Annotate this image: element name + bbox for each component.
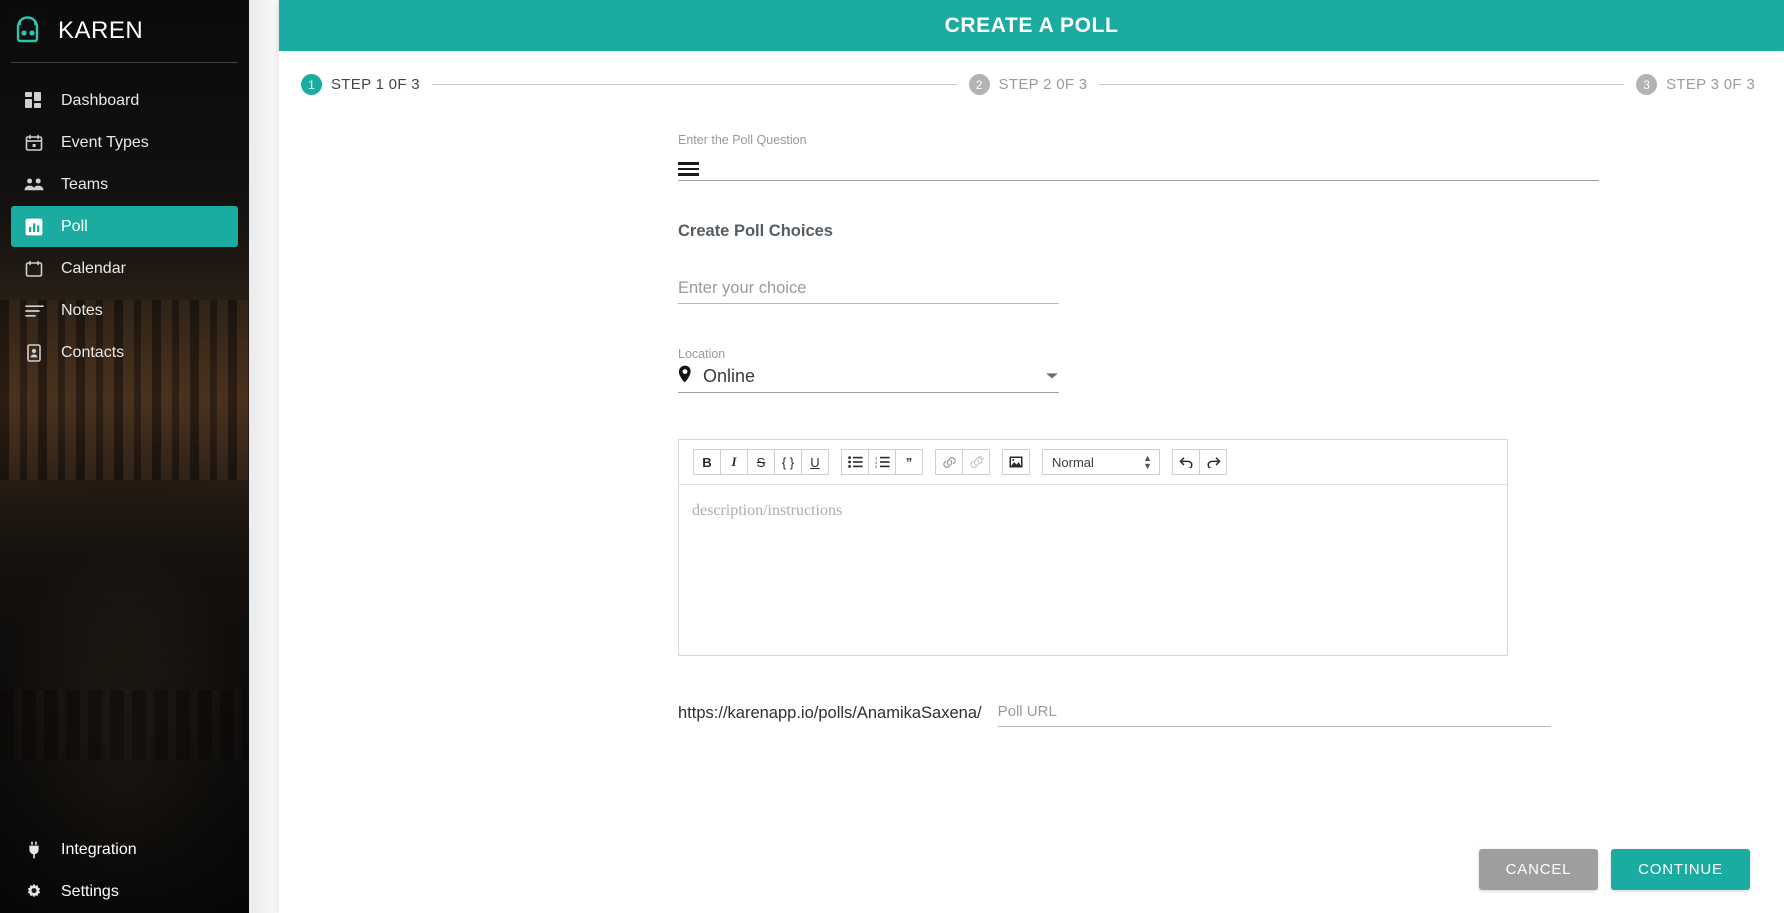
step-1[interactable]: 1 STEP 1 0F 3	[301, 74, 420, 95]
step-1-label: STEP 1 0F 3	[331, 76, 420, 93]
step-2[interactable]: 2 STEP 2 0F 3	[968, 74, 1088, 95]
blockquote-button[interactable]: ”	[895, 449, 923, 475]
bold-button[interactable]: B	[693, 449, 721, 475]
brand[interactable]: KAREN	[0, 0, 249, 62]
unlink-icon[interactable]	[962, 449, 990, 475]
poll-question-field: Enter the Poll Question	[678, 133, 1784, 181]
sidebar-item-calendar[interactable]: Calendar	[11, 248, 238, 289]
step-1-number: 1	[301, 74, 322, 95]
hamburger-lines-icon	[678, 162, 699, 176]
people-group-icon	[24, 175, 44, 195]
toolbar-group-link	[935, 449, 990, 475]
sidebar-item-event-types[interactable]: Event Types	[11, 122, 238, 163]
toolbar-group-image	[1002, 449, 1030, 475]
sidebar-item-notes[interactable]: Notes	[11, 290, 238, 331]
step-connector-1	[431, 84, 957, 85]
sidebar-item-label: Contacts	[61, 343, 125, 361]
format-select[interactable]: Normal ▲ ▼	[1042, 449, 1160, 475]
rich-text-editor: B I S { } U 1 2 3 ” Normal ▲ ▼ descripti…	[678, 439, 1508, 656]
brand-name: KAREN	[58, 17, 144, 44]
sidebar-item-label: Integration	[61, 840, 137, 858]
sidebar-item-poll[interactable]: Poll	[11, 206, 238, 247]
sidebar-item-label: Notes	[61, 301, 103, 319]
image-icon[interactable]	[1002, 449, 1030, 475]
robot-logo-icon	[11, 14, 44, 48]
sidebar-item-settings[interactable]: Settings	[11, 871, 238, 912]
step-connector-2	[1099, 84, 1625, 85]
page-gutter	[249, 0, 279, 913]
create-poll-choices-heading: Create Poll Choices	[678, 222, 833, 240]
poll-question-input[interactable]	[678, 151, 1599, 181]
editor-body[interactable]: description/instructions	[679, 485, 1507, 655]
lines-notes-icon	[24, 301, 44, 321]
step-3-number: 3	[1636, 74, 1658, 95]
contact-card-icon	[24, 343, 44, 363]
bar-chart-icon	[24, 217, 44, 237]
gear-icon	[24, 882, 44, 902]
poll-choice-input[interactable]	[678, 279, 1059, 298]
stepper: 1 STEP 1 0F 3 2 STEP 2 0F 3 3 STEP 3 0F …	[279, 51, 1784, 95]
poll-url-row: https://karenapp.io/polls/AnamikaSaxena/	[678, 703, 1784, 727]
calendar-event-icon	[24, 133, 44, 153]
sidebar-item-label: Poll	[61, 217, 88, 235]
cancel-button[interactable]: CANCEL	[1479, 849, 1598, 890]
map-pin-icon	[678, 365, 692, 388]
continue-button[interactable]: CONTINUE	[1611, 849, 1750, 890]
undo-icon[interactable]	[1172, 449, 1200, 475]
location-field: Location Online	[678, 347, 1059, 393]
sidebar-item-dashboard[interactable]: Dashboard	[11, 80, 238, 121]
step-2-number: 2	[968, 74, 990, 95]
poll-panel: CREATE A POLL 1 STEP 1 0F 3 2 STEP 2 0F …	[279, 0, 1784, 913]
sidebar: KAREN Dashboard Event Types Teams Poll C…	[0, 0, 249, 913]
step-3-label: STEP 3 0F 3	[1666, 76, 1755, 93]
toolbar-group-lists: 1 2 3 ”	[841, 449, 923, 475]
stepper-arrows-icon: ▲ ▼	[1143, 453, 1152, 471]
numbered-list-icon[interactable]: 1 2 3	[868, 449, 896, 475]
page-header: CREATE A POLL	[279, 0, 1784, 51]
redo-icon[interactable]	[1199, 449, 1227, 475]
editor-toolbar: B I S { } U 1 2 3 ” Normal ▲ ▼	[679, 440, 1507, 485]
poll-choice-field	[678, 279, 1059, 304]
step-3[interactable]: 3 STEP 3 0F 3	[1636, 74, 1755, 95]
poll-url-prefix: https://karenapp.io/polls/AnamikaSaxena/	[678, 704, 982, 722]
form-actions: CANCEL CONTINUE	[1479, 849, 1750, 890]
poll-url-input[interactable]	[997, 703, 1551, 720]
page-title: CREATE A POLL	[944, 13, 1119, 37]
bullet-list-icon[interactable]	[841, 449, 869, 475]
location-value: Online	[703, 366, 756, 386]
sidebar-item-label: Settings	[61, 882, 119, 900]
code-button[interactable]: { }	[774, 449, 802, 475]
sidebar-item-label: Dashboard	[61, 91, 140, 109]
dashboard-grid-icon	[24, 91, 44, 111]
poll-form: Enter the Poll Question Create Poll Choi…	[279, 95, 1784, 727]
sidebar-item-contacts[interactable]: Contacts	[11, 332, 238, 373]
location-label: Location	[678, 347, 726, 361]
toolbar-group-history	[1172, 449, 1227, 475]
underline-button[interactable]: U	[801, 449, 829, 475]
toolbar-group-text-style: B I S { } U	[693, 449, 829, 475]
location-select[interactable]: Online	[678, 365, 1059, 393]
sidebar-nav-bottom: Integration Settings	[0, 829, 249, 913]
italic-button[interactable]: I	[720, 449, 748, 475]
format-select-value: Normal	[1052, 454, 1094, 470]
plug-icon	[24, 840, 44, 860]
main-content: CREATE A POLL 1 STEP 1 0F 3 2 STEP 2 0F …	[249, 0, 1784, 913]
poll-question-label: Enter the Poll Question	[678, 133, 807, 147]
chevron-down-icon[interactable]	[1045, 368, 1059, 386]
svg-text:3: 3	[875, 464, 878, 468]
sidebar-divider	[11, 62, 238, 63]
sidebar-item-label: Event Types	[61, 133, 149, 151]
step-2-label: STEP 2 0F 3	[998, 76, 1088, 93]
sidebar-item-integration[interactable]: Integration	[11, 829, 238, 870]
link-icon[interactable]	[935, 449, 963, 475]
sidebar-item-teams[interactable]: Teams	[11, 164, 238, 205]
poll-url-field	[997, 703, 1551, 727]
calendar-icon	[24, 259, 44, 279]
editor-placeholder: description/instructions	[692, 502, 843, 519]
strikethrough-button[interactable]: S	[747, 449, 775, 475]
sidebar-item-label: Calendar	[61, 259, 126, 277]
sidebar-nav: Dashboard Event Types Teams Poll Calenda…	[0, 80, 249, 374]
sidebar-item-label: Teams	[61, 175, 109, 193]
